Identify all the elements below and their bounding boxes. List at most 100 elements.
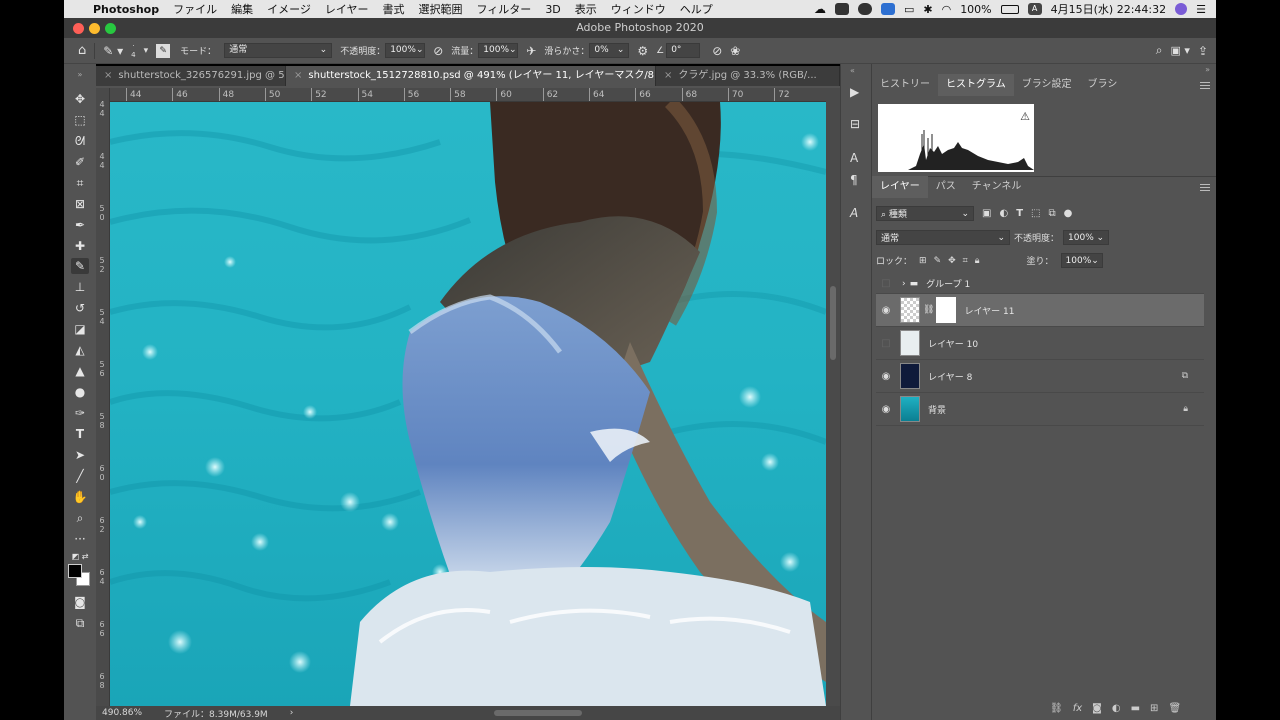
eye-icon[interactable]: ◉ [876,404,896,415]
minimize-window-button[interactable] [89,23,100,34]
menu-edit[interactable]: 編集 [224,1,260,17]
tab-layers[interactable]: レイヤー [872,176,928,198]
layer-row-background[interactable]: ◉ 背景 🔒︎ [876,393,1204,426]
zoom-tool-icon[interactable]: ⌕ [71,510,89,526]
close-window-button[interactable] [73,23,84,34]
new-layer-icon[interactable]: ⊞ [1150,703,1158,714]
share-icon[interactable]: ⇪ [1198,44,1208,58]
filter-toggle-icon[interactable]: ● [1064,208,1073,219]
home-icon[interactable]: ⌂ [78,43,86,58]
chevron-down-icon[interactable]: ▾ [144,46,149,56]
status-menu-chevron-icon[interactable]: › [290,708,294,718]
menu-help[interactable]: ヘルプ [673,1,720,17]
paint-bucket-tool-icon[interactable]: ◭ [71,342,89,358]
workspace-icon[interactable]: ▣ ▾ [1171,44,1190,57]
lock-artboard-icon[interactable]: ⌗ [963,256,968,266]
battery-icon[interactable] [1000,4,1019,14]
trash-icon[interactable]: 🗑︎ [1168,703,1181,714]
horizontal-ruler[interactable]: 44 46 48 50 52 54 56 58 60 62 64 66 68 70 72 [110,88,826,102]
search-icon[interactable]: ⌕ [1156,43,1163,58]
layer-row-group-1[interactable]: □ › ▬ グループ 1 [876,274,1204,294]
default-colors-icon[interactable]: ◩ ⇄ [71,548,89,564]
lock-position-icon[interactable]: ✥ [948,256,956,266]
layer-opacity-field[interactable]: 100% ⌄ [1063,230,1110,245]
filter-type-icon[interactable]: T [1016,208,1023,219]
pen-tool-icon[interactable]: ✑ [71,405,89,421]
filter-pixel-icon[interactable]: ▣ [982,208,991,219]
lasso-tool-icon[interactable]: ᘛ [71,133,89,149]
glyphs-panel-icon[interactable]: A [850,206,858,220]
close-tab-icon[interactable]: × [294,70,302,81]
notification-center-icon[interactable]: ☰ [1196,3,1206,16]
zoom-level[interactable]: 490.86% [102,708,142,718]
angle-field[interactable]: 0° [666,43,701,58]
menu-file[interactable]: ファイル [166,1,224,17]
tab-channels[interactable]: チャンネル [964,176,1030,198]
visibility-off-icon[interactable]: □ [876,278,896,289]
new-group-icon[interactable]: ▬ [1131,703,1140,714]
crop-tool-icon[interactable]: ⌗ [71,175,89,191]
paragraph-panel-icon[interactable]: ¶ [850,173,858,187]
path-selection-tool-icon[interactable]: ➤ [71,447,89,463]
tab-history[interactable]: ヒストリー [872,74,938,96]
quick-mask-icon[interactable]: ◙ [71,594,89,610]
hand-tool-icon[interactable]: ✋ [71,489,89,505]
layer-row-layer-11[interactable]: ◉ ⛓ レイヤー 11 [876,294,1204,327]
brush-size-preview[interactable]: · 4 [131,42,135,60]
smoothing-field[interactable]: 0% ⌄ [589,43,630,58]
clock-text[interactable]: 4月15日(水) 22:44:32 [1051,1,1166,17]
chevron-right-icon[interactable]: › [902,279,906,289]
marquee-tool-icon[interactable]: ⬚ [71,112,89,128]
layer-mask-thumbnail[interactable] [936,297,957,323]
layer-thumbnail[interactable] [900,297,920,323]
menu-select[interactable]: 選択範囲 [412,1,470,17]
zoom-window-button[interactable] [105,23,116,34]
menu-layer[interactable]: レイヤー [318,1,376,17]
filter-adjustment-icon[interactable]: ◐ [999,208,1008,219]
tab-paths[interactable]: パス [928,176,964,198]
brush-tool-preset-icon[interactable]: ✎ ▾ [103,44,123,58]
layer-name[interactable]: レイヤー 10 [928,337,978,350]
vertical-scrollbar[interactable] [826,88,840,706]
bluetooth-icon[interactable]: ✱ [923,3,932,16]
status-m-icon[interactable] [880,3,895,15]
blur-tool-icon[interactable]: ▲ [71,363,89,379]
layer-fill-field[interactable]: 100% ⌄ [1060,253,1103,268]
airbrush-icon[interactable]: ✈ [526,44,536,58]
display-icon[interactable]: ▭ [904,3,914,16]
tab-brush-settings[interactable]: ブラシ設定 [1014,74,1080,96]
screen-mode-icon[interactable]: ⧉ [71,615,89,631]
lock-all-icon[interactable]: 🔒︎ [975,256,980,266]
play-actions-icon[interactable]: ▶ [850,85,859,99]
layer-style-icon[interactable]: fx [1073,703,1082,714]
character-panel-icon[interactable]: A [850,151,858,165]
panel-menu-icon[interactable] [1200,82,1210,89]
flow-field[interactable]: 100% ⌄ [478,43,519,58]
foreground-color-swatch[interactable] [68,564,82,578]
mode-select[interactable]: 通常 ⌄ [224,43,333,58]
healing-brush-tool-icon[interactable]: ✚ [71,238,89,254]
horizontal-scroll-thumb[interactable] [494,710,582,716]
smoothing-options-gear-icon[interactable]: ⚙ [637,44,648,58]
menu-filter[interactable]: フィルター [470,1,539,17]
vertical-ruler[interactable]: 444450525456586062646668 [96,88,110,706]
line-tool-icon[interactable]: ╱ [71,468,89,484]
close-tab-icon[interactable]: × [104,70,112,81]
opacity-field[interactable]: 100% ⌄ [385,43,426,58]
history-brush-tool-icon[interactable]: ↺ [71,300,89,316]
eyedropper-tool-icon[interactable]: ✒ [71,217,89,233]
layers-panel-menu-icon[interactable] [1200,184,1210,191]
layer-thumbnail[interactable] [900,396,920,422]
layer-thumbnail[interactable] [900,363,920,389]
scroll-thumb[interactable] [830,286,836,360]
collapse-tools-icon[interactable]: » [71,66,89,82]
tab-histogram[interactable]: ヒストグラム [938,74,1014,96]
layer-name[interactable]: レイヤー 8 [928,370,972,383]
collapse-right-panels-icon[interactable]: » [1205,65,1210,74]
menu-type[interactable]: 書式 [376,1,412,17]
add-mask-icon[interactable]: ◙ [1092,703,1102,714]
type-tool-icon[interactable]: T [71,426,89,442]
input-mode-icon[interactable]: A [1027,3,1042,15]
brush-settings-icon[interactable]: ✎ [156,43,171,58]
filter-shape-icon[interactable]: ⬚ [1031,208,1040,219]
